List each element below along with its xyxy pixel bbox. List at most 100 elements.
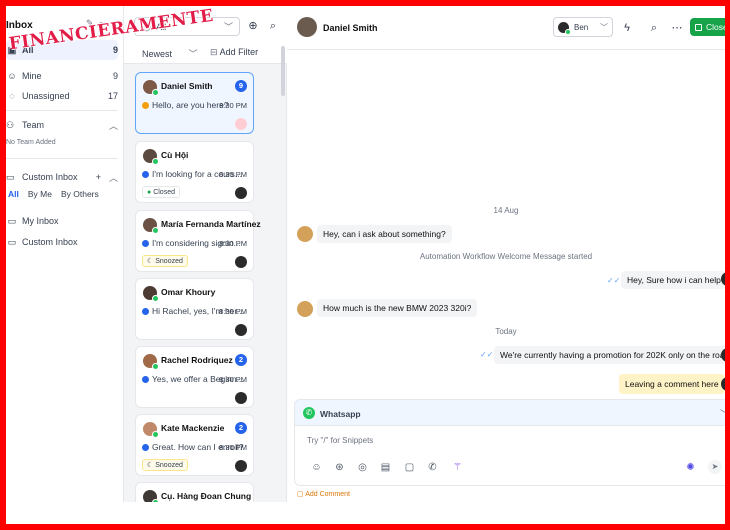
attachment-icon[interactable]: ⊛ [333,461,346,474]
team-section-toggle[interactable]: ⚇ Team ︿ [6,116,118,134]
add-comment-button[interactable]: ▢ Add Comment [297,490,350,498]
timestamp: 8:30 PM [219,170,247,179]
assignee-avatar [235,256,247,268]
contact-name: María Fernanda Martínez [161,219,261,229]
assignee-dropdown[interactable]: Ben ﹀ [553,17,613,37]
tab-by-others[interactable]: By Others [61,189,99,199]
channel-dot [142,171,149,178]
conversation-card[interactable]: Rachel Rodriquez 2 Yes, we offer a Begin… [135,346,254,408]
chat-header: Daniel Smith Ben ﹀ ϟ ⌕ ⋯ Close [287,6,725,50]
channel-dot [142,376,149,383]
user-icon: ☺ [7,71,17,81]
snippet-icon[interactable]: ▢ [403,461,416,474]
contact-add-icon[interactable]: ⊕ [246,19,260,33]
chevron-up-icon: ︿ [108,120,118,131]
lightning-icon[interactable]: ϟ [620,21,634,35]
team-label: Team [22,120,45,130]
contact-name: Omar Khoury [161,287,216,297]
sidebar-item-unassigned[interactable]: ◌ Unassigned 17 [6,86,118,106]
contact-name[interactable]: Daniel Smith [323,23,378,33]
conversation-card[interactable]: María Fernanda Martínez I'm considering … [135,210,261,272]
filter-icon: ⊟ [210,47,218,57]
status-badge: ☾ Snoozed [142,459,188,471]
send-button[interactable]: ➤ [708,460,722,474]
magic-wand-icon[interactable]: ⚚ [451,461,464,474]
read-check-icon: ✓✓ [480,350,494,359]
custom-inbox-label: Custom Inbox [22,172,78,182]
snooze-icon: ☾ [147,258,154,265]
contact-avatar [297,301,313,317]
avatar [143,149,159,165]
ai-assist-icon[interactable]: ✺ [684,461,697,474]
folder-icon: ▭ [7,215,17,226]
date-separator: Today [495,327,517,336]
sidebar: Inbox ✎ ⌕ ▣ All 9 ☺ Mine 9 ◌ Unassigned … [6,6,124,502]
assignee-avatar [235,324,247,336]
add-icon[interactable]: + [96,172,101,182]
sort-dropdown[interactable]: Newest ﹀ [142,47,198,60]
sidebar-item-count: 9 [112,71,118,81]
status-label: Snoozed [155,462,183,469]
online-indicator [152,295,159,302]
assignee-avatar [235,118,247,130]
online-indicator [152,158,159,165]
tab-by-me[interactable]: By Me [28,189,52,199]
conversation-card[interactable]: Omar Khoury Hi Rachel, yes, I'm her... 8… [135,278,254,340]
comment-icon: ▢ [297,491,304,498]
emoji-icon[interactable]: ☺ [310,461,323,474]
sidebar-item-count: 9 [112,45,118,55]
contact-name: Daniel Smith [161,81,213,91]
online-indicator [152,89,159,96]
unread-badge: 2 [235,354,247,366]
unread-badge: 9 [235,80,247,92]
add-filter-button[interactable]: ⊟ Add Filter [210,47,258,58]
online-indicator [152,431,159,438]
search-icon[interactable]: ⌕ [266,19,280,33]
channel-dot [142,102,149,109]
unread-badge: 2 [235,422,247,434]
contact-name: Cù Hội [161,150,189,160]
contact-name: Cụ. Hàng Đoan Chung [161,491,252,501]
close-label: Close [706,22,725,32]
channel-selector[interactable]: ✆ Whatsapp ﹀ [295,400,725,426]
status-label: Snoozed [155,258,183,265]
image-icon[interactable]: ◎ [356,461,369,474]
message-composer: ✆ Whatsapp ﹀ Try "/" for Snippets ☺ ⊛ ◎ … [294,399,725,486]
status-badge: ● Closed [142,186,180,198]
conversation-card[interactable]: Cù Hội I'm looking for a cours... 8:30 P… [135,141,254,203]
sidebar-item-mine[interactable]: ☺ Mine 9 [6,66,118,86]
contact-avatar [297,226,313,242]
date-separator: 14 Aug [493,206,519,215]
folder-icon: ▭ [6,171,15,182]
sort-label: Newest [142,49,173,59]
sidebar-item-label: Custom Inbox [22,237,78,247]
sidebar-title: Inbox [6,20,33,31]
search-icon[interactable]: ⌕ [647,21,661,35]
status-label: Closed [153,189,175,196]
timestamp: 8:30 PM [219,307,247,316]
contact-name: Rachel Rodriquez [161,355,233,365]
chat-pane: Daniel Smith Ben ﹀ ϟ ⌕ ⋯ Close 14 Aug He… [287,6,725,502]
contact-avatar[interactable] [297,17,317,37]
more-icon[interactable]: ⋯ [670,21,684,35]
template-icon[interactable]: ▤ [379,461,392,474]
timestamp: 8:30 PM [219,443,247,452]
snooze-icon: ☾ [147,462,154,469]
list-scrollbar[interactable] [281,46,285,96]
custom-inbox-tabs: All By Me By Others [8,189,99,199]
message-bubble-outgoing: Hey, Sure how i can help [621,271,725,289]
folder-icon: ▭ [7,236,17,247]
conversation-list: ◯ All ﹀ ⊕ ⌕ Newest ﹀ ⊟ Add Filter Daniel… [124,6,287,502]
custom-inbox-section-toggle[interactable]: ▭ Custom Inbox + ︿ [6,168,118,186]
sidebar-item-custom-inbox[interactable]: ▭ Custom Inbox [6,232,118,252]
close-conversation-button[interactable]: Close [690,18,725,36]
conversation-card[interactable]: Cụ. Hàng Đoan Chung [135,482,254,502]
chevron-down-icon: ﹀ [223,22,233,32]
conversation-card[interactable]: Kate Mackenzie 2 Great. How can I enroll… [135,414,254,476]
sidebar-item-my-inbox[interactable]: ▭ My Inbox [6,211,118,231]
message-input[interactable]: Try "/" for Snippets [307,436,373,445]
conversation-card[interactable]: Daniel Smith 9 Hello, are you here? 8:30… [135,72,254,134]
tab-all[interactable]: All [8,189,19,199]
whatsapp-template-icon[interactable]: ✆ [426,461,439,474]
close-status-icon [695,23,702,31]
